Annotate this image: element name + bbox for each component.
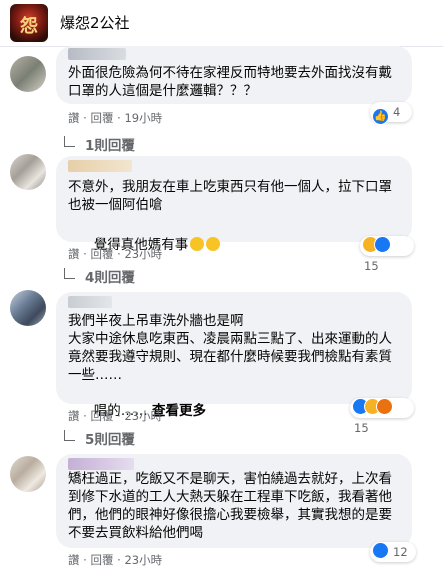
reaction-count: 12 [393,545,408,559]
comment-bubble: 我們半夜上吊車洗外牆也是啊 大家中途休息吃東西、凌晨兩點三點了、出來運動的人竟然… [56,292,412,419]
comment-item: 矯枉過正，吃飯又不是聊天，害怕繞過去就好，上次看到修下水道的工人大熱天躲在工程車… [0,452,443,567]
avatar[interactable] [10,290,46,326]
comment-text-line1: 我們半夜上吊車洗外牆也是啊 [68,313,244,329]
reply-arrow-icon [64,268,75,279]
comment-time[interactable]: 19小時 [124,111,162,125]
group-header: 怨 爆怨2公社 [0,0,443,47]
replies-label: 5則回覆 [85,432,135,448]
comment-time[interactable]: 23小時 [124,247,162,261]
comment-actions: 讚 · 回覆 · 23小時 [68,247,163,261]
comment-actions: 讚 · 回覆 · 23小時 [68,553,163,567]
emoji-icon [190,237,205,251]
author-name-redacted[interactable] [68,296,112,308]
comment-item: 外面很危險為何不待在家裡反而特地要去外面找沒有戴口罩的人這個是什麼邏輯？？？ 讚… [0,46,443,154]
reaction-count: 4 [393,105,401,119]
group-logo-icon[interactable]: 怨 [10,4,48,42]
like-reaction-icon [374,236,391,253]
angry-reaction-icon [376,398,393,415]
comment-item: 不意外，我朋友在車上吃東西只有他一個人，拉下口罩也被一個阿伯嗆 覺得真他媽有事 … [0,150,443,286]
reaction-count: 15 [364,259,379,273]
comment-text: 外面很危險為何不待在家裡反而特地要去外面找沒有戴口罩的人這個是什麼邏輯？？？ [68,65,392,99]
comment-text-line2: 大家中途休息吃東西、凌晨兩點三點了、出來運動的人竟然要我遵守規則、現在都什麼時候… [68,331,392,383]
author-name-redacted[interactable] [68,48,126,60]
view-replies-button[interactable]: 5則回覆 [64,428,135,448]
reply-arrow-icon [64,136,75,147]
reactions-summary[interactable]: 👍 4 [370,102,412,125]
reply-action[interactable]: 回覆 [90,409,113,423]
replies-label: 4則回覆 [85,270,135,286]
comment-bubble: 外面很危險為何不待在家裡反而特地要去外面找沒有戴口罩的人這個是什麼邏輯？？？ [56,46,412,104]
like-action[interactable]: 讚 [68,111,80,125]
reactions-summary[interactable]: 12 [370,542,416,562]
reply-arrow-icon [64,430,75,441]
comment-text-line2: 覺得真他媽有事 [68,218,404,272]
reply-action[interactable]: 回覆 [90,247,113,261]
reaction-count: 15 [354,421,369,435]
emoji-icon [206,237,221,251]
comment-bubble: 不意外，我朋友在車上吃東西只有他一個人，拉下口罩也被一個阿伯嗆 覺得真他媽有事 [56,156,412,253]
reactions-summary[interactable]: 15 [360,236,414,273]
comment-text-line1: 不意外，我朋友在車上吃東西只有他一個人，拉下口罩也被一個阿伯嗆 [68,179,392,213]
comment-text: 矯枉過正，吃飯又不是聊天，害怕繞過去就好，上次看到修下水道的工人大熱天躲在工程車… [68,471,392,541]
like-reaction-icon: 👍 [372,108,389,125]
comment-actions: 讚 · 回覆 · 19小時 [68,111,163,125]
reply-action[interactable]: 回覆 [90,111,113,125]
like-action[interactable]: 讚 [68,409,80,423]
avatar[interactable] [10,456,46,492]
comment-item: 我們半夜上吊車洗外牆也是啊 大家中途休息吃東西、凌晨兩點三點了、出來運動的人竟然… [0,286,443,448]
avatar[interactable] [10,56,46,92]
author-name-redacted[interactable] [68,160,132,172]
avatar[interactable] [10,154,46,190]
reactions-summary[interactable]: 15 [350,398,414,435]
comment-time[interactable]: 23小時 [124,409,162,423]
comment-actions: 讚 · 回覆 · 23小時 [68,409,163,423]
comment-bubble: 矯枉過正，吃飯又不是聊天，害怕繞過去就好，上次看到修下水道的工人大熱天躲在工程車… [56,454,412,548]
like-reaction-icon [372,542,389,559]
group-name[interactable]: 爆怨2公社 [60,12,130,33]
view-replies-button[interactable]: 4則回覆 [64,266,135,286]
like-action[interactable]: 讚 [68,247,80,261]
author-name-redacted[interactable] [68,458,134,470]
